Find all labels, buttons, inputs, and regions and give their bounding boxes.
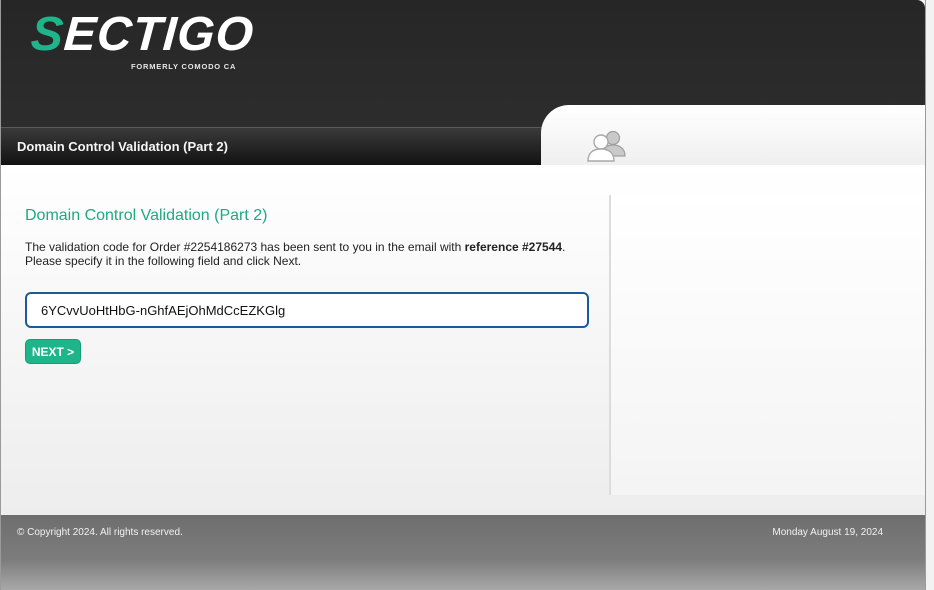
logo-s-mark: S xyxy=(29,8,66,61)
copyright-text: © Copyright 2024. All rights reserved. xyxy=(17,527,183,538)
reference-number: reference #27544 xyxy=(464,240,563,254)
logo-tagline: FORMERLY COMODO CA xyxy=(131,62,237,71)
next-button[interactable]: NEXT > xyxy=(25,339,81,364)
page-frame: SECTIGO FORMERLY COMODO CA Domain Contro… xyxy=(0,0,926,590)
header-title: Domain Control Validation (Part 2) xyxy=(17,139,228,154)
date-text: Monday August 19, 2024 xyxy=(772,527,883,538)
right-panel xyxy=(609,195,925,495)
sectigo-logo: SECTIGO xyxy=(29,8,256,61)
title-bar: Domain Control Validation (Part 2) xyxy=(1,127,571,166)
instruction-text-end: . xyxy=(562,240,566,254)
main-content: Domain Control Validation (Part 2) The v… xyxy=(1,165,925,515)
users-icon xyxy=(585,128,627,167)
validation-code-input[interactable] xyxy=(25,292,589,328)
instruction-text: The validation code for Order #225418627… xyxy=(25,240,585,268)
content-title: Domain Control Validation (Part 2) xyxy=(25,207,268,224)
logo-text: ECTIGO xyxy=(62,8,256,61)
footer: © Copyright 2024. All rights reserved. M… xyxy=(1,515,925,590)
instruction-text-part1: The validation code for Order #225418627… xyxy=(25,240,465,254)
instruction-text-line2: Please specify it in the following field… xyxy=(25,254,302,268)
